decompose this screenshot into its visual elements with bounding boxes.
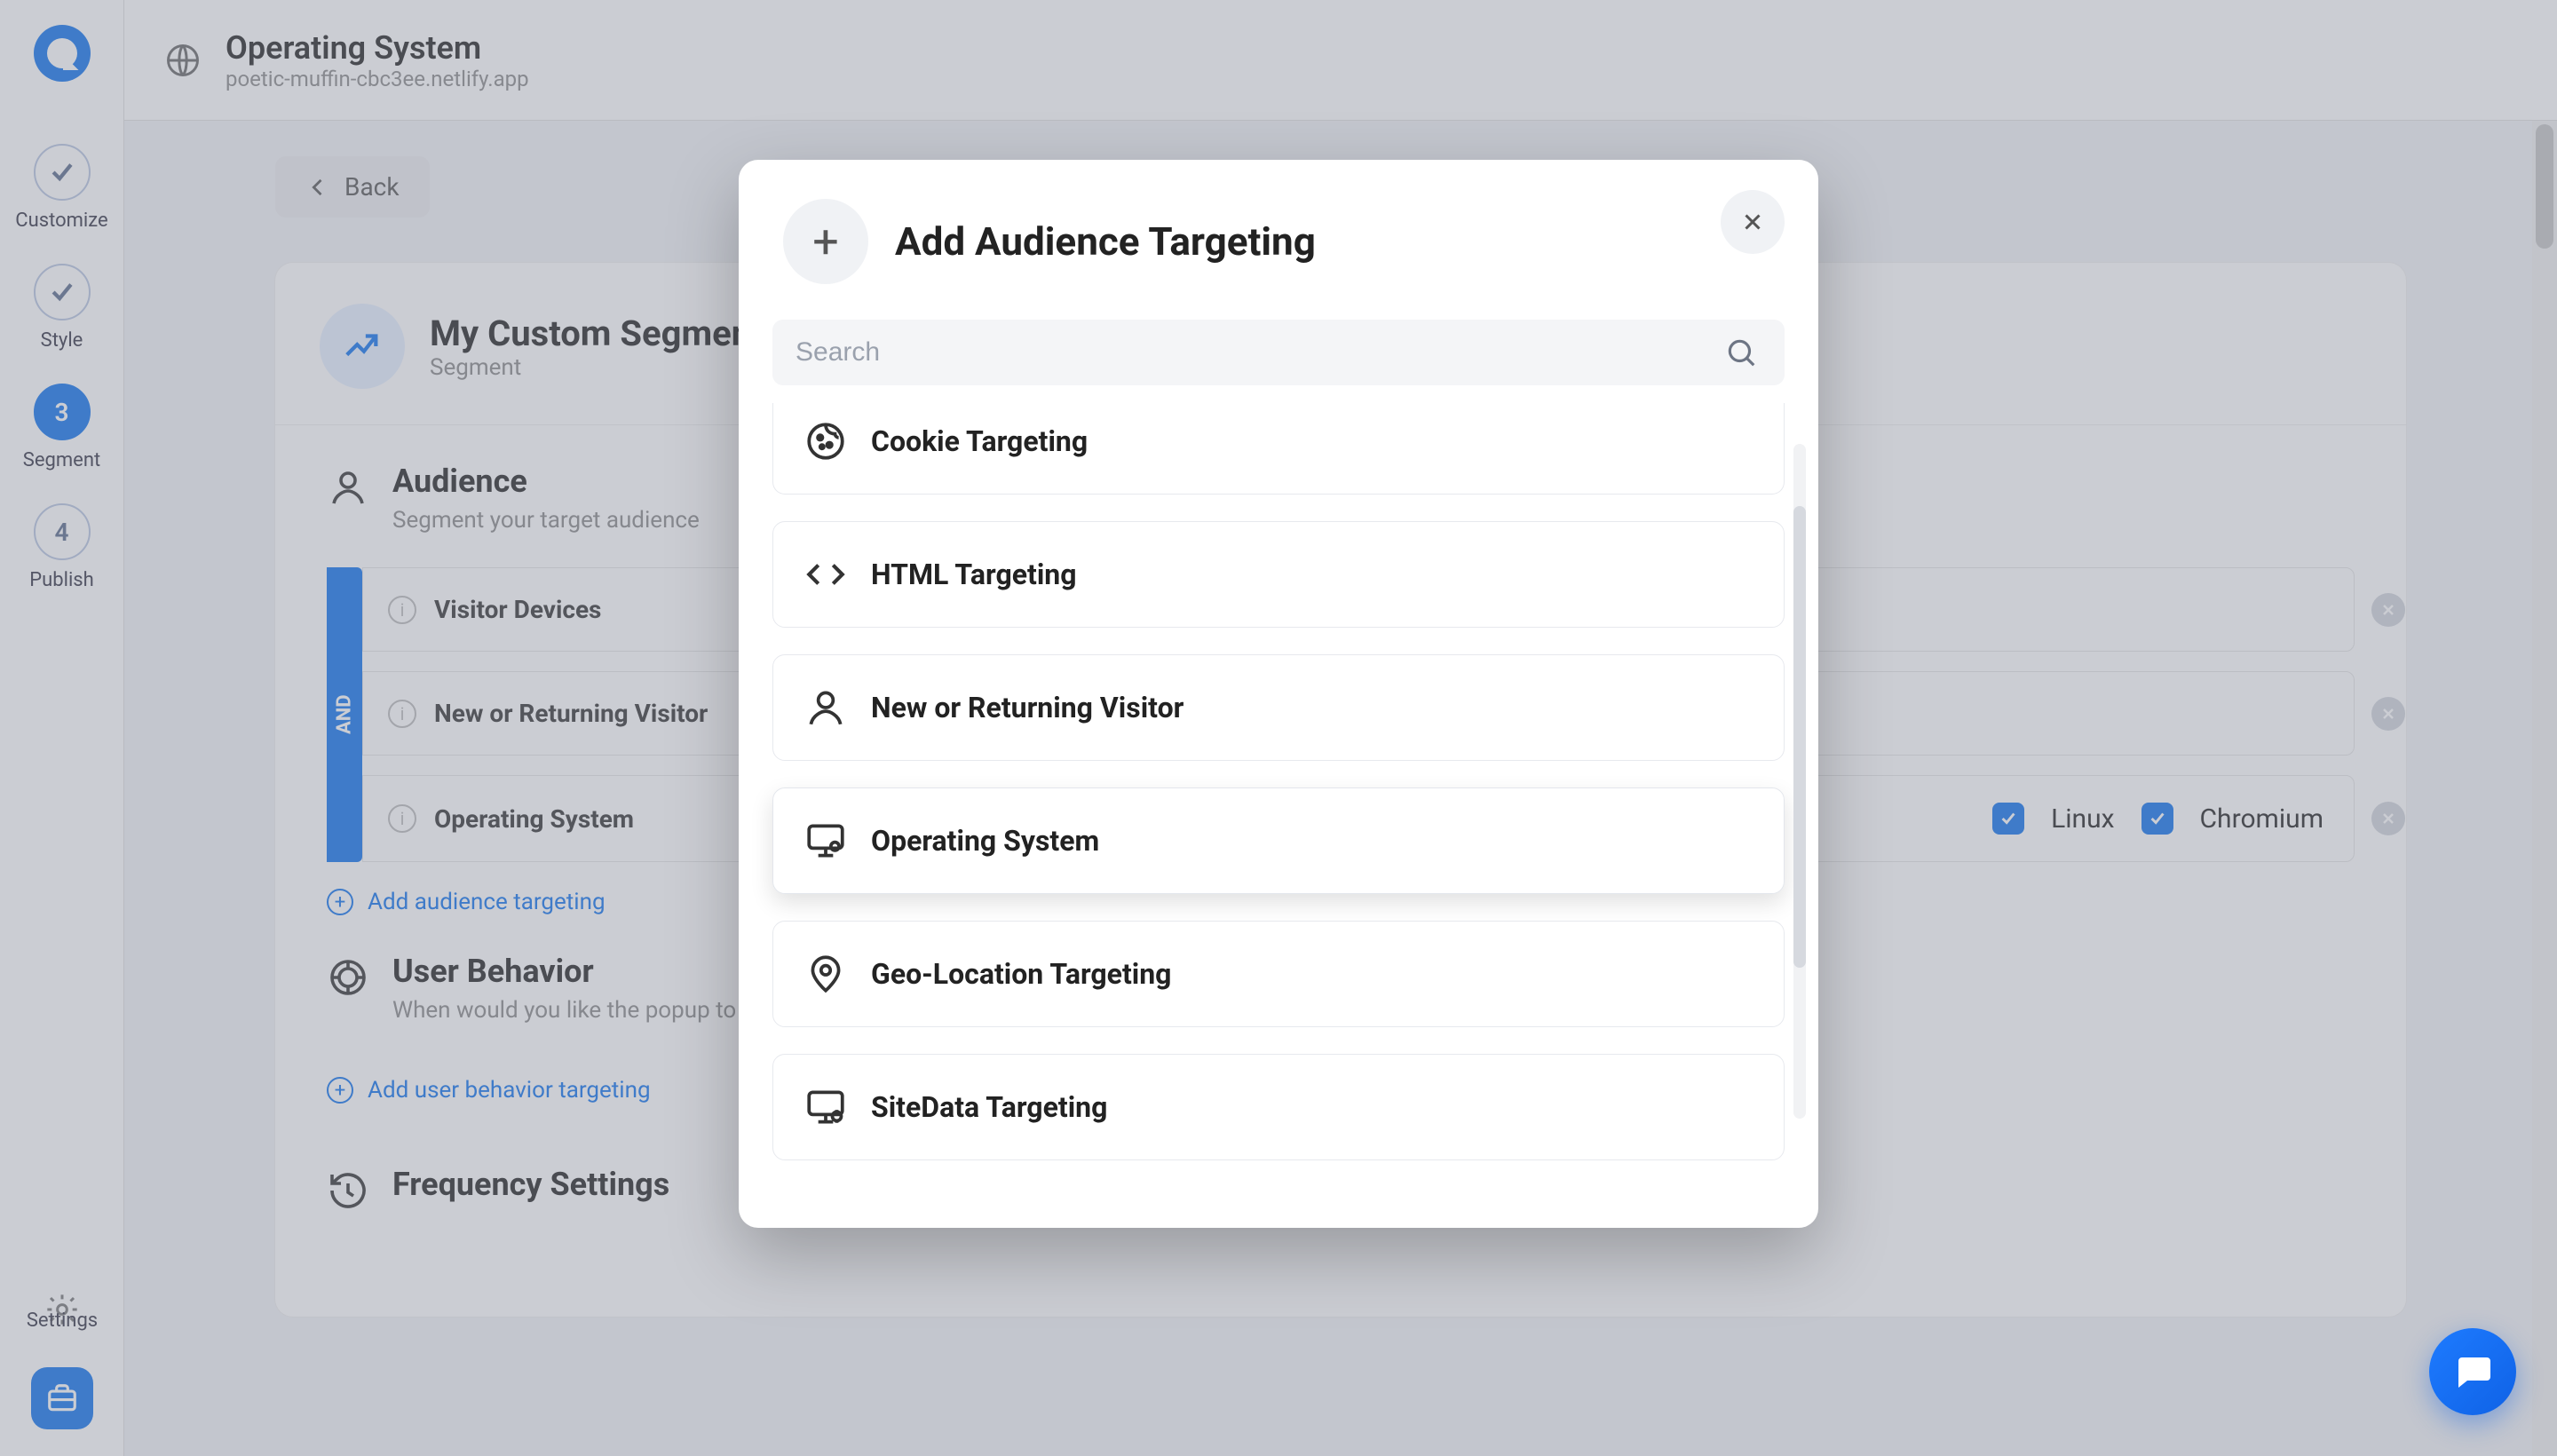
option-operating-system[interactable]: Operating System: [772, 787, 1785, 894]
options-scrollbar[interactable]: [1793, 444, 1806, 1119]
close-button[interactable]: [1721, 190, 1785, 254]
close-icon: [1739, 209, 1766, 235]
search-input[interactable]: [772, 320, 1785, 385]
option-label: Geo-Location Targeting: [871, 957, 1171, 991]
device-icon: [804, 819, 848, 863]
option-label: SiteData Targeting: [871, 1090, 1107, 1124]
option-label: Cookie Targeting: [871, 424, 1088, 458]
plus-icon: +: [783, 199, 868, 284]
option-label: New or Returning Visitor: [871, 691, 1184, 724]
chat-icon: [2451, 1350, 2494, 1393]
modal-search: [739, 320, 1818, 401]
pin-icon: [804, 952, 848, 996]
modal-overlay[interactable]: + Add Audience Targeting Cookie Targetin…: [0, 0, 2557, 1456]
modal-header: + Add Audience Targeting: [739, 160, 1818, 320]
option-sitedata[interactable]: SiteData Targeting: [772, 1054, 1785, 1160]
option-geolocation[interactable]: Geo-Location Targeting: [772, 921, 1785, 1027]
targeting-options-list: Cookie Targeting HTML Targeting New or R…: [739, 401, 1818, 1228]
add-targeting-modal: + Add Audience Targeting Cookie Targetin…: [739, 160, 1818, 1228]
option-label: Operating System: [871, 824, 1099, 858]
modal-title: Add Audience Targeting: [895, 218, 1316, 265]
scrollbar-thumb[interactable]: [1793, 506, 1806, 968]
option-cookie-targeting[interactable]: Cookie Targeting: [772, 403, 1785, 495]
device-cog-icon: [804, 1085, 848, 1129]
person-icon: [804, 685, 848, 730]
chat-fab[interactable]: [2429, 1328, 2516, 1415]
code-icon: [804, 552, 848, 597]
option-label: HTML Targeting: [871, 558, 1077, 591]
search-icon: [1724, 336, 1758, 369]
option-html-targeting[interactable]: HTML Targeting: [772, 521, 1785, 628]
cookie-icon: [804, 419, 848, 463]
option-new-returning[interactable]: New or Returning Visitor: [772, 654, 1785, 761]
